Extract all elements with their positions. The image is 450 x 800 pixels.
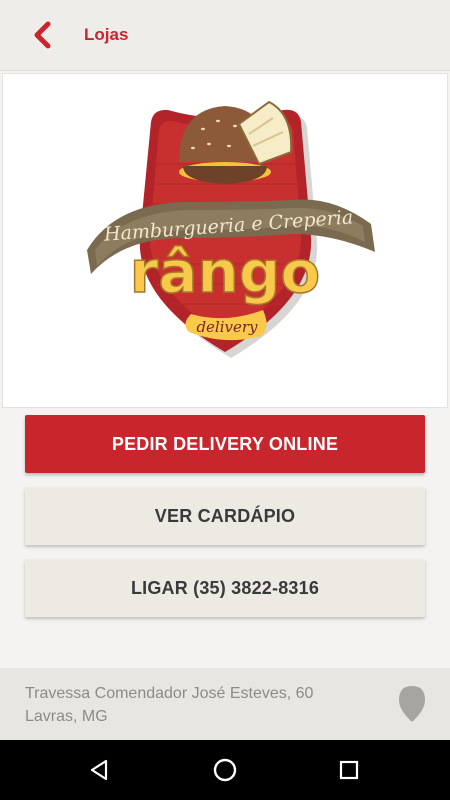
address-line-1: Travessa Comendador José Esteves, 60 bbox=[25, 685, 314, 702]
triangle-back-icon bbox=[90, 759, 108, 781]
system-navigation-bar bbox=[0, 740, 450, 800]
store-logo: Hamburgueria e Creperia rângo delivery bbox=[87, 100, 375, 358]
system-home-button[interactable] bbox=[208, 753, 242, 787]
system-recents-button[interactable] bbox=[332, 753, 366, 787]
arrow-left-icon bbox=[34, 21, 51, 49]
address-line-2: Lavras, MG bbox=[25, 708, 108, 725]
store-address: Travessa Comendador José Esteves, 60 Lav… bbox=[25, 682, 365, 728]
store-address-bar: Travessa Comendador José Esteves, 60 Lav… bbox=[0, 668, 450, 740]
circle-home-icon bbox=[213, 758, 237, 782]
logo-tagline-text: delivery bbox=[196, 318, 258, 336]
store-logo-card: Hamburgueria e Creperia rângo delivery bbox=[2, 73, 448, 408]
map-pin-icon[interactable] bbox=[395, 684, 429, 724]
back-button[interactable] bbox=[22, 15, 62, 55]
logo-brand-text: rângo bbox=[130, 238, 320, 306]
square-recents-icon bbox=[339, 760, 359, 780]
system-back-button[interactable] bbox=[82, 753, 116, 787]
page-title: Lojas bbox=[84, 25, 129, 44]
call-store-button[interactable]: LIGAR (35) 3822-8316 bbox=[25, 559, 425, 617]
view-menu-button[interactable]: VER CARDÁPIO bbox=[25, 487, 425, 545]
order-delivery-button[interactable]: PEDIR DELIVERY ONLINE bbox=[25, 415, 425, 473]
app-bar: Lojas bbox=[0, 0, 450, 71]
